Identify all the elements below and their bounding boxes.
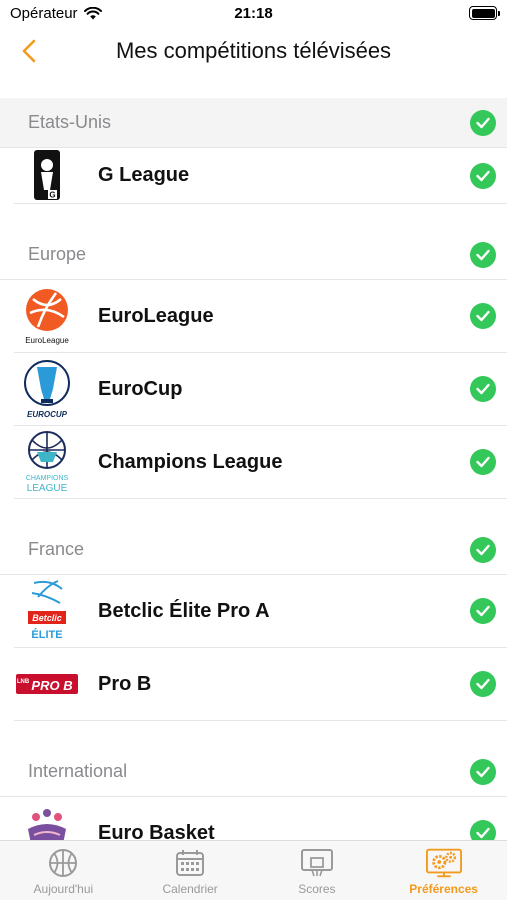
list-item-euroleague[interactable]: EuroLeague EuroLeague xyxy=(14,280,507,353)
list-item-eurocup[interactable]: EUROCUP EuroCup xyxy=(14,353,507,426)
tab-bar: Aujourd'hui Calendrier Scores Préférence… xyxy=(0,840,507,900)
tab-label: Aujourd'hui xyxy=(33,882,94,896)
svg-text:LEAGUE: LEAGUE xyxy=(27,483,68,494)
list-item-g-league[interactable]: G G League xyxy=(14,148,507,204)
eurocup-logo: EUROCUP xyxy=(14,359,80,419)
checkmark-icon[interactable] xyxy=(470,820,496,840)
checkmark-icon[interactable] xyxy=(470,109,496,136)
section-label: France xyxy=(28,539,85,559)
checkmark-icon[interactable] xyxy=(470,536,496,563)
section-label: Etats-Unis xyxy=(28,112,112,132)
navigation-bar: Mes compétitions télévisées xyxy=(0,28,507,74)
status-time: 21:18 xyxy=(234,5,273,22)
checkmark-icon[interactable] xyxy=(470,376,496,402)
tab-label: Préférences xyxy=(409,882,478,896)
pro-b-logo: LNB PRO B xyxy=(14,654,80,714)
svg-text:ÉLITE: ÉLITE xyxy=(31,628,62,641)
checkmark-icon[interactable] xyxy=(470,162,496,189)
section-header-international[interactable]: International xyxy=(0,747,507,797)
basketball-icon xyxy=(45,847,81,879)
competition-name: Pro B xyxy=(98,672,152,695)
checkmark-icon[interactable] xyxy=(470,598,496,624)
euroleague-logo: EuroLeague xyxy=(14,286,80,346)
tab-scores[interactable]: Scores xyxy=(254,841,381,900)
tab-aujourdhui[interactable]: Aujourd'hui xyxy=(0,841,127,900)
svg-text:CHAMPIONS: CHAMPIONS xyxy=(26,475,69,482)
status-bar: Opérateur 21:18 xyxy=(0,0,507,28)
competition-name: EuroLeague xyxy=(98,304,214,327)
section-label: Europe xyxy=(28,244,87,264)
svg-text:EUROCUP: EUROCUP xyxy=(27,410,68,419)
section-header-etats-unis[interactable]: Etats-Unis xyxy=(0,98,507,148)
svg-text:G: G xyxy=(49,190,55,199)
svg-text:PRO B: PRO B xyxy=(31,678,72,693)
competition-name: EuroCup xyxy=(98,377,183,400)
tab-preferences[interactable]: Préférences xyxy=(380,841,507,900)
scoreboard-icon xyxy=(299,847,335,879)
battery-icon xyxy=(469,6,500,20)
list-item-euro-basket[interactable]: Euro Basket xyxy=(14,797,507,840)
checkmark-icon[interactable] xyxy=(470,671,496,697)
tab-calendrier[interactable]: Calendrier xyxy=(127,841,254,900)
competitions-list[interactable]: Etats-Unis G G League Europe EuroLeague … xyxy=(0,98,507,840)
list-item-betclic-elite[interactable]: Betclic ÉLITE Betclic Élite Pro A xyxy=(14,575,507,648)
competition-name: G League xyxy=(98,164,190,186)
competition-name: Betclic Élite Pro A xyxy=(98,599,270,622)
svg-text:Betclic: Betclic xyxy=(32,613,62,623)
checkmark-icon[interactable] xyxy=(470,449,496,475)
svg-text:LNB: LNB xyxy=(17,679,30,685)
g-league-logo: G xyxy=(14,146,80,206)
tab-label: Calendrier xyxy=(162,882,218,896)
checkmark-icon[interactable] xyxy=(470,241,496,268)
section-header-france[interactable]: France xyxy=(0,525,507,575)
checkmark-icon[interactable] xyxy=(470,758,496,785)
competition-name: Euro Basket xyxy=(98,821,215,841)
page-title: Mes compétitions télévisées xyxy=(115,38,392,63)
settings-gears-icon xyxy=(425,847,462,879)
svg-text:EuroLeague: EuroLeague xyxy=(25,336,69,345)
betclic-elite-logo: Betclic ÉLITE xyxy=(14,580,80,641)
section-header-europe[interactable]: Europe xyxy=(0,230,507,280)
euro-basket-logo xyxy=(14,803,80,840)
calendar-icon xyxy=(172,847,208,879)
tab-label: Scores xyxy=(298,882,336,896)
section-label: International xyxy=(28,761,128,781)
checkmark-icon[interactable] xyxy=(470,303,496,329)
champions-league-logo: CHAMPIONS LEAGUE xyxy=(14,431,80,494)
competition-name: Champions League xyxy=(98,450,283,473)
list-item-champions-league[interactable]: CHAMPIONS LEAGUE Champions League xyxy=(14,426,507,499)
list-item-pro-b[interactable]: LNB PRO B Pro B xyxy=(14,648,507,721)
